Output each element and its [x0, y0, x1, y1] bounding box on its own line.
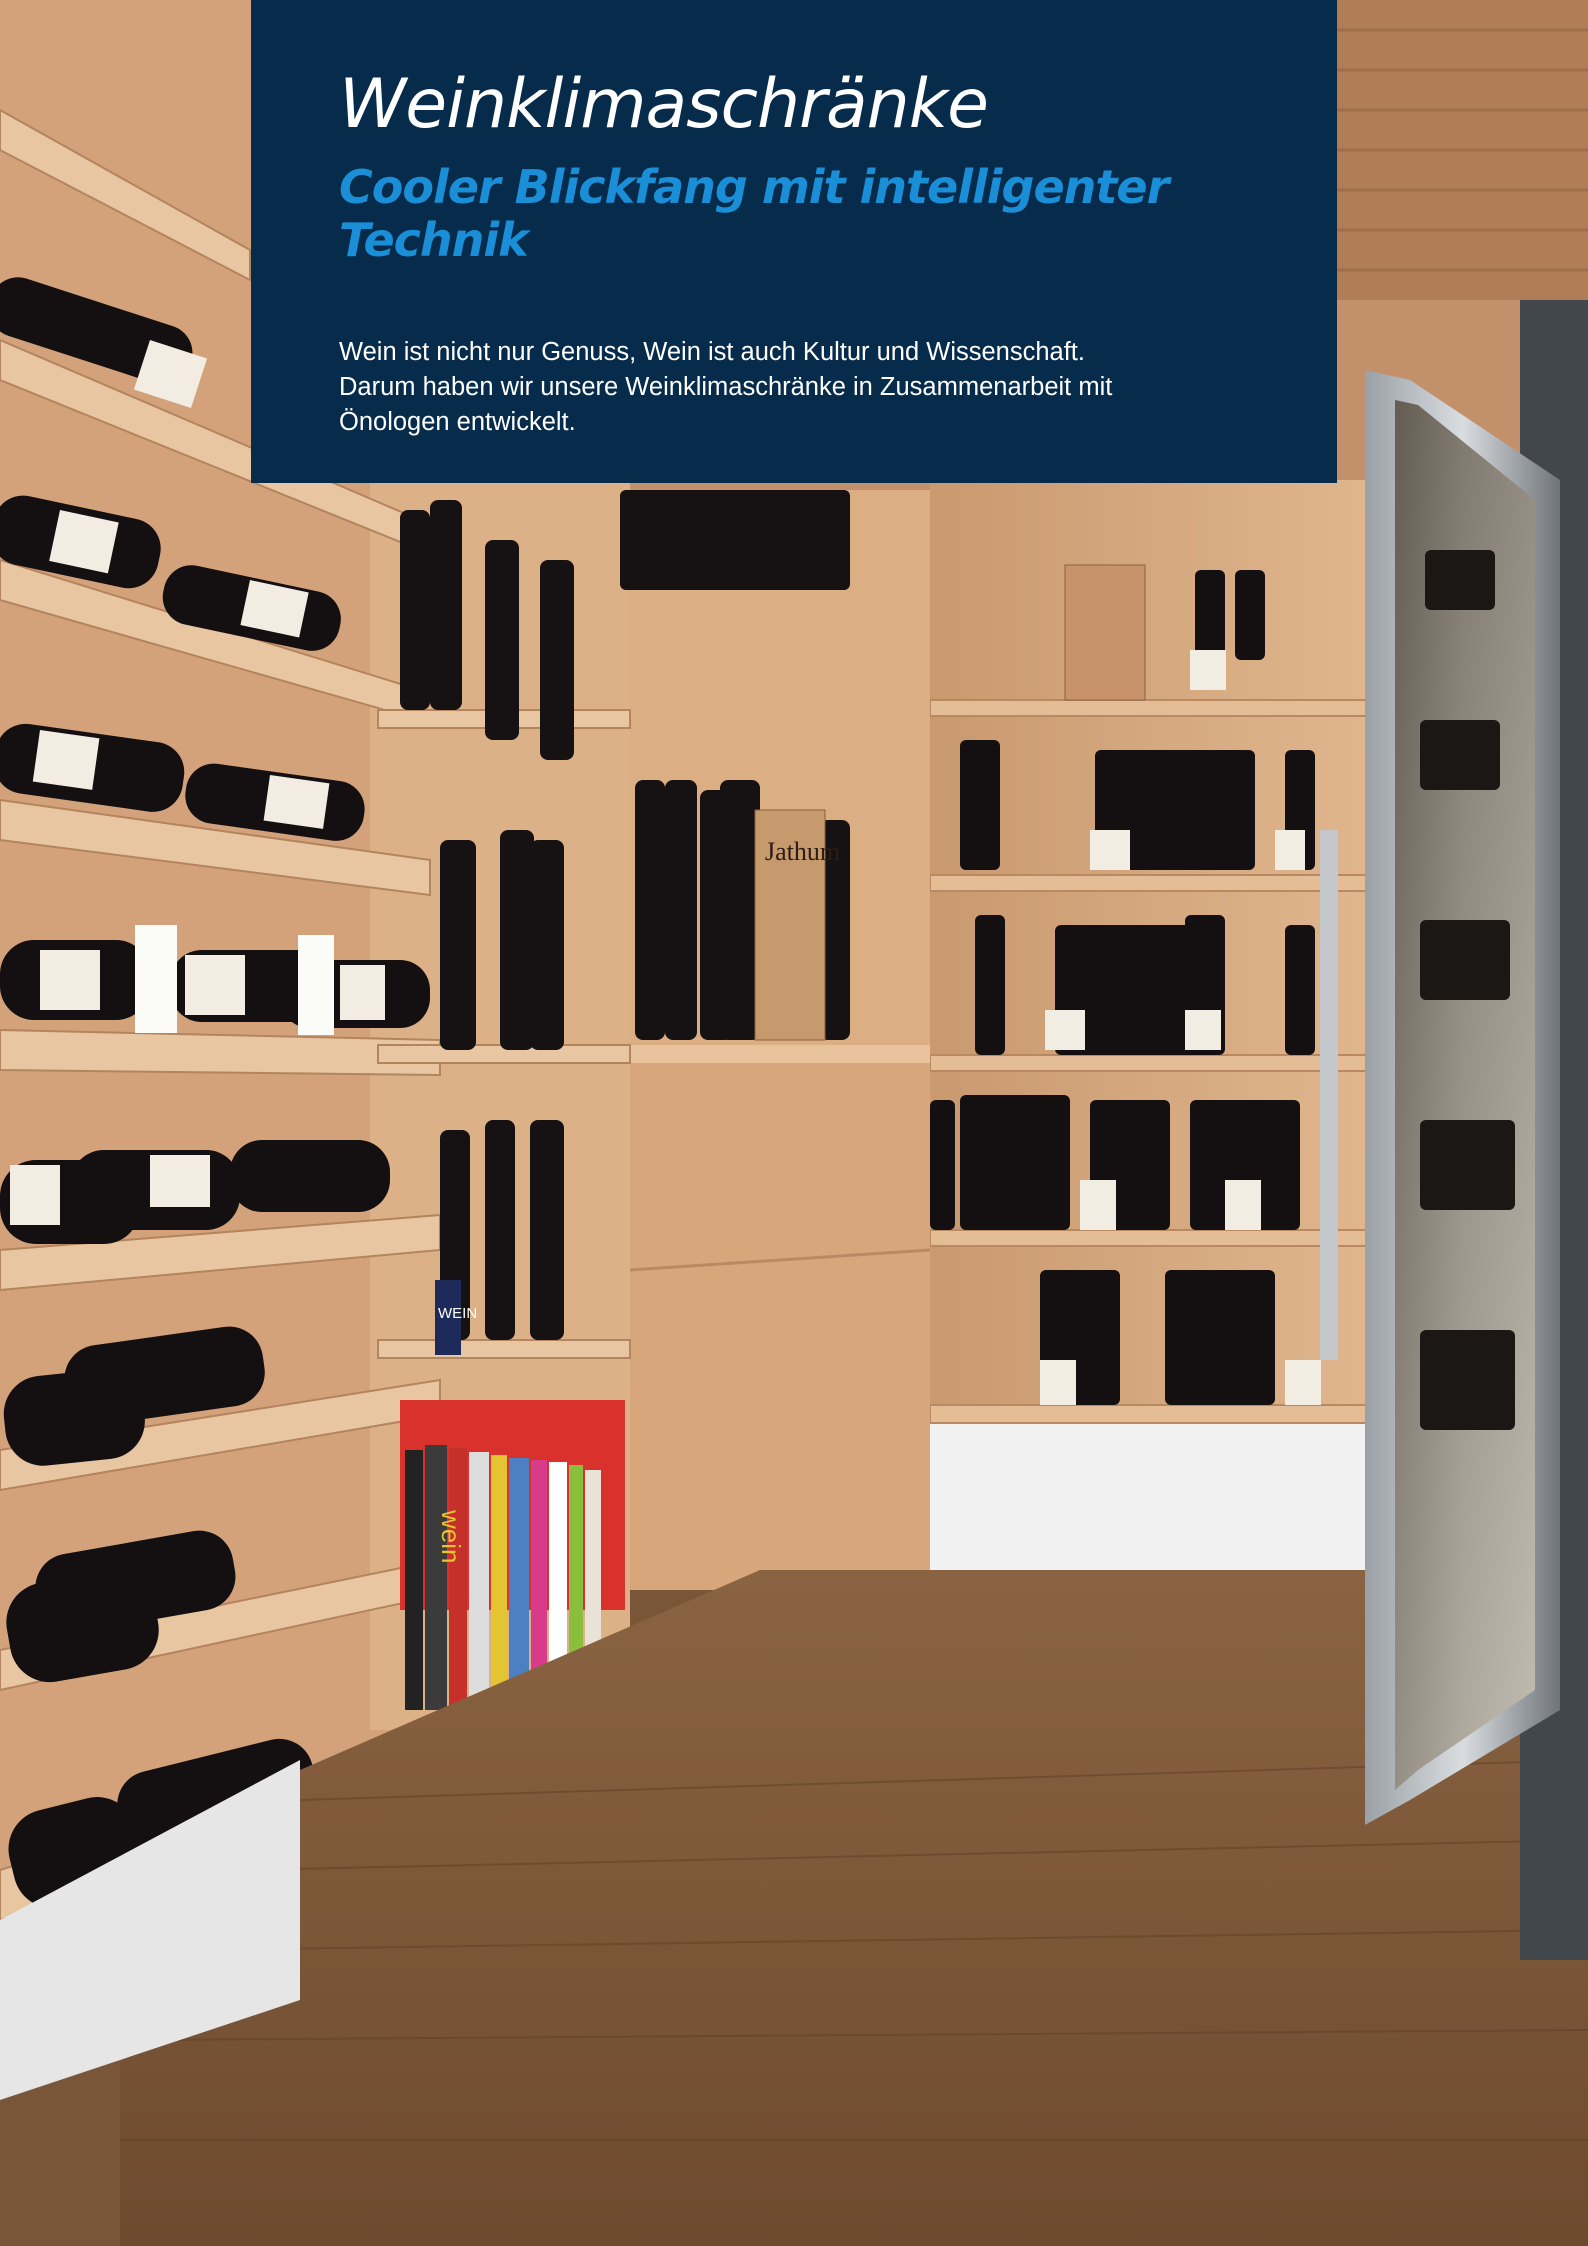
bottle-label: WEIN: [438, 1305, 477, 1322]
page-subtitle: Cooler Blickfang mit intelligenter Techn…: [339, 159, 1169, 267]
intro-line-1: Wein ist nicht nur Genuss, Wein ist auch…: [339, 337, 1085, 366]
intro-line-2: Darum haben wir unsere Weinklimaschränke…: [339, 372, 1113, 401]
intro-line-3: Önologen entwickelt.: [339, 407, 576, 436]
box-label: Jathum: [765, 837, 840, 866]
header-panel: Weinklimaschränke Cooler Blickfang mit i…: [251, 0, 1337, 483]
intro-text: Wein ist nicht nur Genuss, Wein ist auch…: [339, 335, 1239, 440]
page-title: Weinklimaschränke: [339, 65, 989, 144]
book-spine: wein: [436, 1509, 466, 1563]
